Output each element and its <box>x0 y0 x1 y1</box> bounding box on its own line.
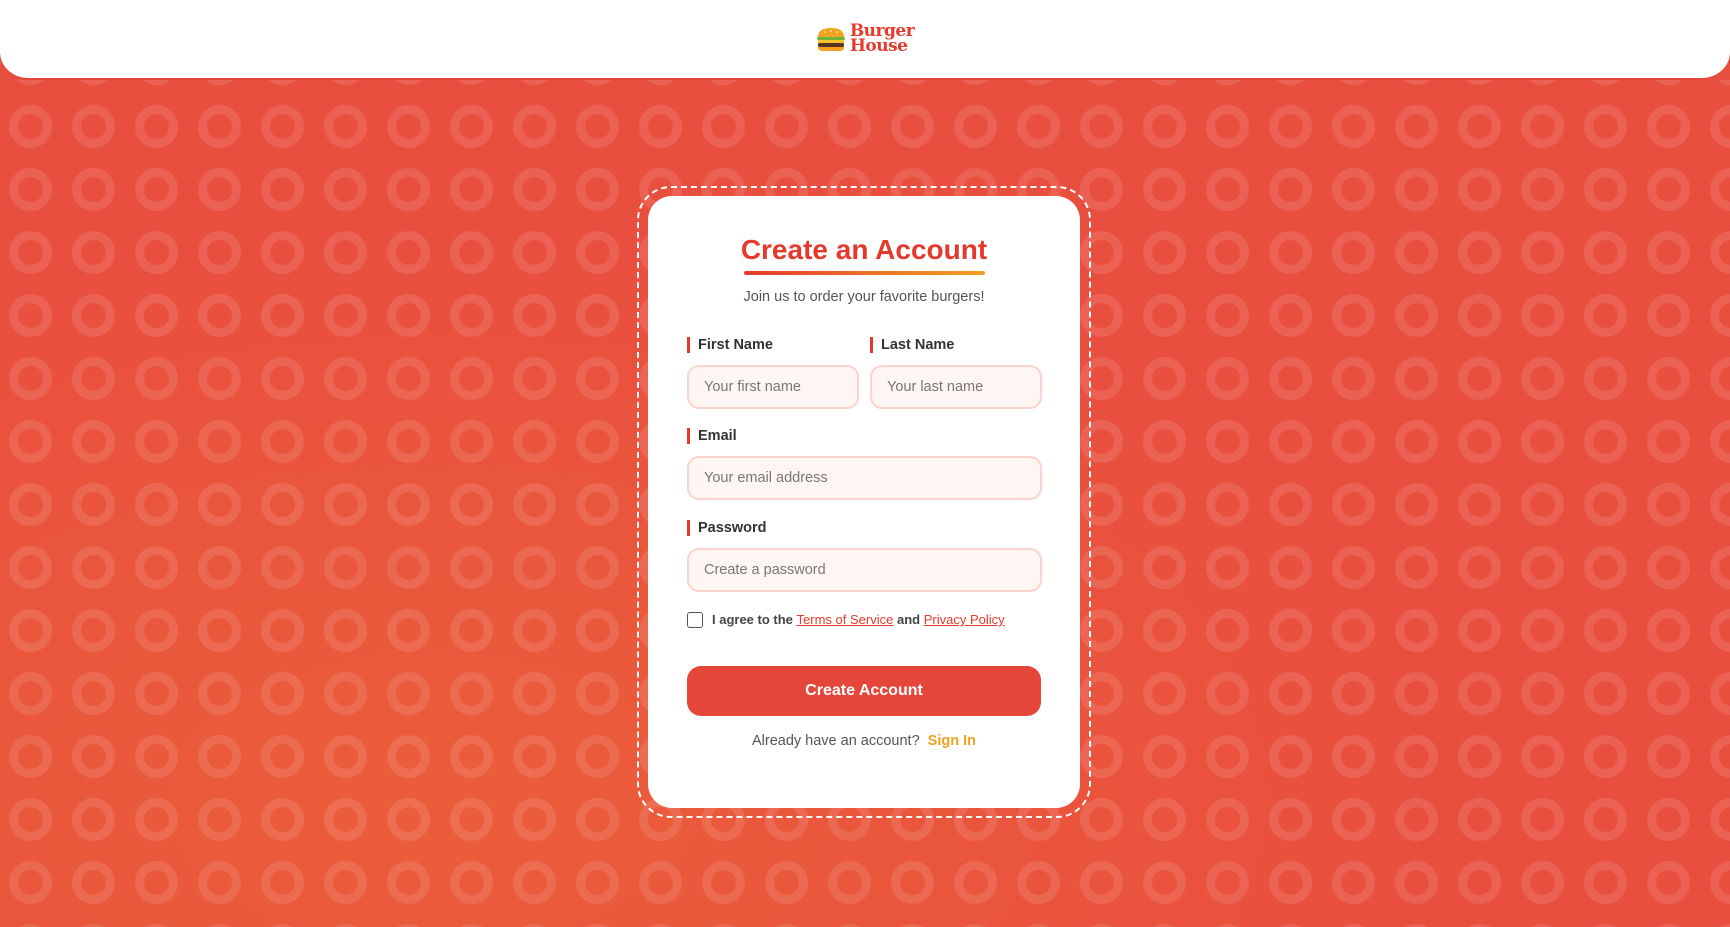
privacy-policy-link[interactable]: Privacy Policy <box>924 612 1005 627</box>
first-name-input[interactable] <box>687 365 859 409</box>
page-title: Create an Account <box>740 234 988 265</box>
signup-card: Create an Account Join us to order your … <box>648 196 1080 808</box>
create-account-button[interactable]: Create Account <box>687 666 1041 716</box>
signin-prompt-row: Already have an account? Sign In <box>648 733 1080 749</box>
sign-in-link[interactable]: Sign In <box>928 733 976 749</box>
page-subtitle: Join us to order your favorite burgers! <box>743 289 985 305</box>
terms-agreement-text: I agree to the Terms of Service and Priv… <box>712 612 1005 627</box>
password-input[interactable] <box>687 548 1042 592</box>
agree-prefix: I agree to the <box>712 612 793 627</box>
password-label: Password <box>687 520 767 536</box>
terms-checkbox[interactable] <box>687 612 703 628</box>
last-name-label: Last Name <box>870 337 954 353</box>
email-label: Email <box>687 428 737 444</box>
signup-page: Burger House Create an Account Join us t… <box>0 0 1730 927</box>
brand-name-line2: House <box>849 36 908 56</box>
agree-and: and <box>896 612 921 627</box>
terms-of-service-link[interactable]: Terms of Service <box>797 612 894 627</box>
brand-name: Burger House <box>849 23 915 56</box>
last-name-input[interactable] <box>870 365 1042 409</box>
signin-prompt: Already have an account? <box>751 733 920 749</box>
brand-logo[interactable]: Burger House <box>816 23 915 56</box>
first-name-label: First Name <box>687 337 773 353</box>
burger-icon <box>816 28 845 51</box>
title-underline <box>744 271 985 275</box>
top-header: Burger House <box>0 0 1730 80</box>
email-input[interactable] <box>687 456 1042 500</box>
